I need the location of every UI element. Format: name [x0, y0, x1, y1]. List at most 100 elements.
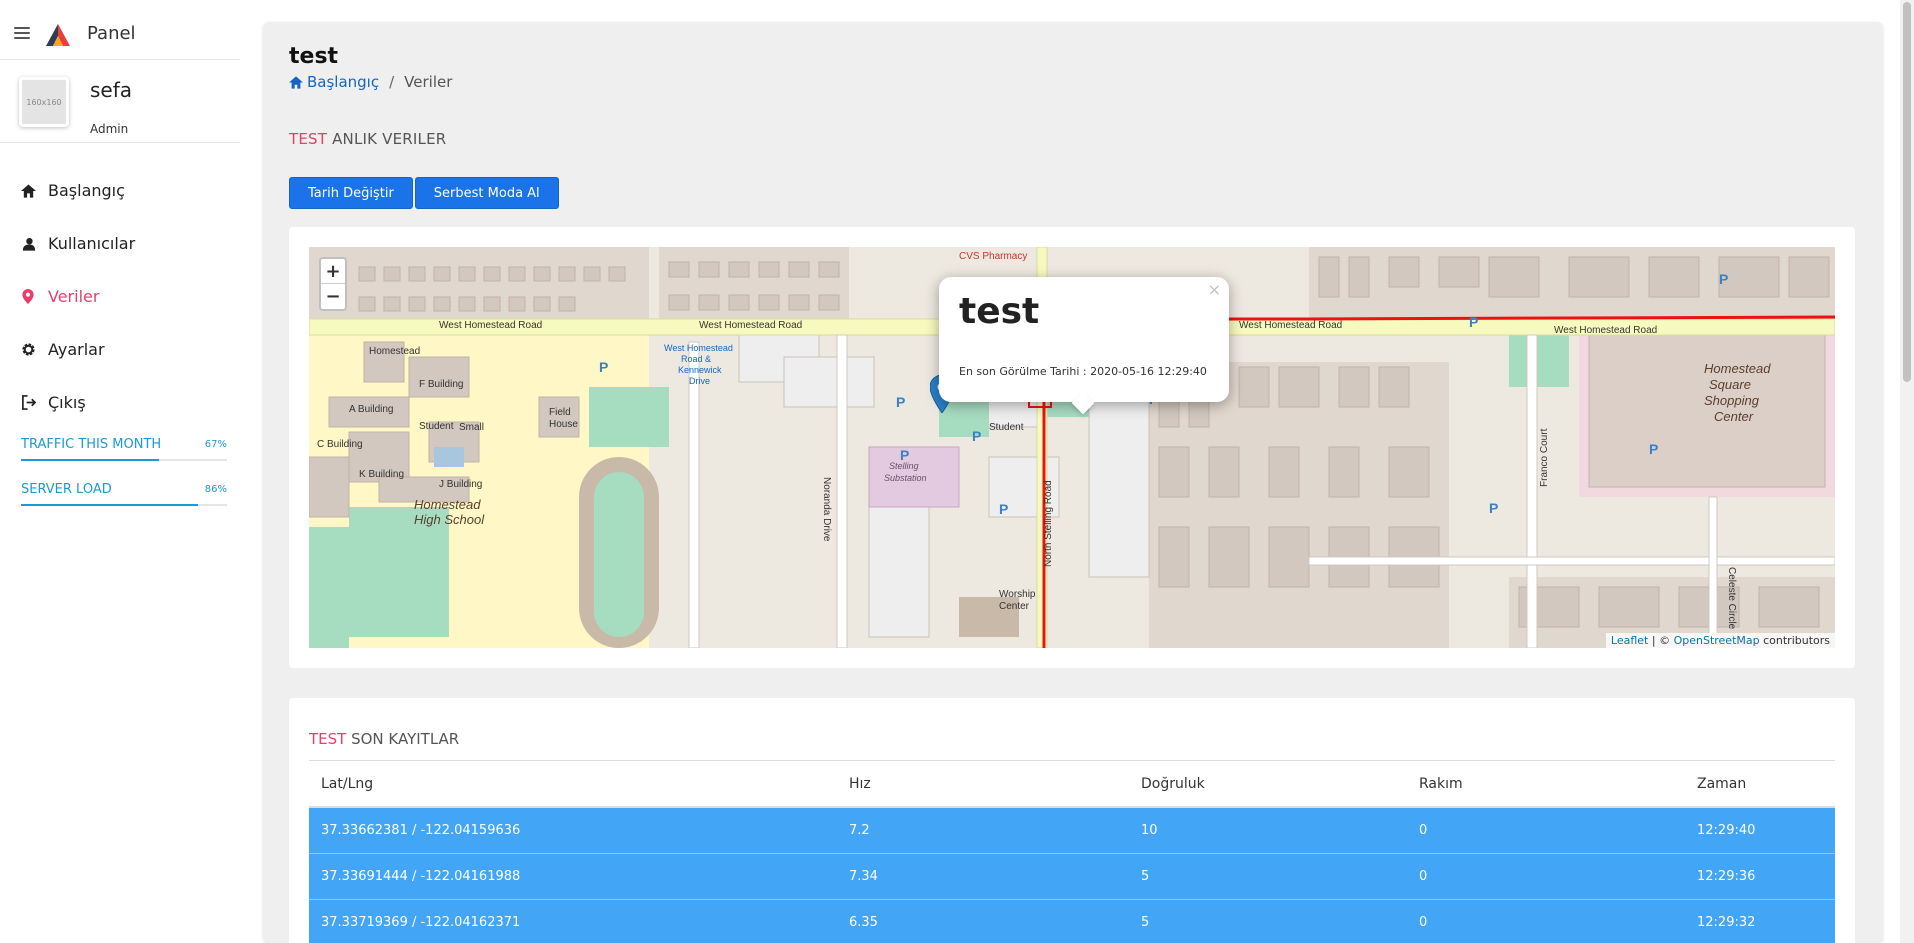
traffic-stat: TRAFFIC THIS MONTH 67%	[21, 437, 227, 461]
svg-text:P: P	[972, 428, 981, 444]
svg-text:P: P	[1649, 441, 1658, 457]
svg-text:C Building: C Building	[317, 439, 363, 450]
svg-text:West Homestead: West Homestead	[664, 343, 733, 353]
svg-text:West Homestead Road: West Homestead Road	[1239, 320, 1342, 331]
live-data-title-highlight: TEST	[289, 130, 328, 148]
table-row[interactable]: 37.33691444 / -122.04161988 7.34 5 0 12:…	[309, 854, 1835, 900]
cell-accuracy: 5	[1141, 915, 1150, 930]
breadcrumb-home-label: Başlangıç	[307, 73, 380, 91]
svg-text:Student: Student	[989, 422, 1024, 433]
zoom-out-button[interactable]: −	[321, 284, 345, 309]
svg-text:Center: Center	[999, 601, 1030, 612]
svg-text:Shopping: Shopping	[1704, 393, 1760, 408]
sidebar-item-label: Başlangıç	[48, 181, 125, 200]
traffic-stat-label: TRAFFIC THIS MONTH	[21, 437, 162, 452]
traffic-progress-bar	[21, 459, 227, 461]
svg-text:Small: Small	[459, 422, 484, 433]
sidebar-item-label: Veriler	[48, 287, 100, 306]
popup-close-button[interactable]: ×	[1208, 280, 1221, 299]
logout-icon	[20, 395, 36, 411]
svg-text:West Homestead Road: West Homestead Road	[1554, 325, 1657, 336]
brand-name[interactable]: Panel	[87, 23, 136, 44]
svg-text:P: P	[896, 394, 905, 410]
user-panel: 160x160 sefa Admin	[0, 60, 240, 143]
cell-time: 12:29:36	[1697, 869, 1756, 884]
column-header-latlng[interactable]: Lat/Lng	[309, 776, 849, 792]
hamburger-menu-icon[interactable]	[14, 27, 30, 39]
server-load-percent: 86%	[204, 484, 227, 495]
svg-text:Square: Square	[1709, 377, 1751, 392]
scrollbar-thumb[interactable]	[1903, 2, 1911, 382]
sidebar-item-label: Ayarlar	[48, 340, 105, 359]
sidebar: Panel 160x160 sefa Admin Başlangıç Kulla…	[0, 0, 258, 943]
svg-text:Substation: Substation	[884, 473, 927, 483]
table-row[interactable]: 37.33719369 / -122.04162371 6.35 5 0 12:…	[309, 900, 1835, 943]
cell-latlng: 37.33691444 / -122.04161988	[321, 869, 521, 884]
attribution-suffix: contributors	[1759, 634, 1830, 647]
svg-text:Celeste Circle: Celeste Circle	[1726, 567, 1737, 630]
home-icon	[289, 75, 303, 89]
svg-text:P: P	[1719, 271, 1728, 287]
svg-text:A Building: A Building	[349, 404, 393, 415]
svg-text:CVS Pharmacy: CVS Pharmacy	[959, 251, 1027, 262]
svg-text:Student: Student	[419, 421, 454, 432]
breadcrumb-home-link[interactable]: Başlangıç	[289, 73, 379, 91]
records-title: TEST SON KAYITLAR	[309, 730, 459, 748]
sidebar-item-kullanicilar[interactable]: Kullanıcılar	[0, 217, 240, 270]
cell-altitude: 0	[1419, 869, 1428, 884]
traffic-progress-fill	[21, 459, 160, 461]
svg-text:P: P	[1489, 500, 1498, 516]
svg-text:Franco Court: Franco Court	[1539, 428, 1550, 487]
gear-icon	[20, 342, 36, 358]
osm-link[interactable]: OpenStreetMap	[1674, 634, 1760, 647]
zoom-in-button[interactable]: +	[321, 259, 345, 284]
breadcrumb: Başlangıç / Veriler	[289, 73, 452, 91]
page-scrollbar[interactable]	[1900, 0, 1914, 943]
svg-text:Center: Center	[1714, 409, 1754, 424]
svg-text:Road &: Road &	[681, 354, 711, 364]
sidebar-item-cikis[interactable]: Çıkış	[0, 376, 240, 429]
cell-altitude: 0	[1419, 823, 1428, 838]
svg-text:West Homestead Road: West Homestead Road	[699, 320, 802, 331]
page-title: test	[289, 44, 339, 69]
svg-text:High School: High School	[414, 512, 485, 527]
user-role: Admin	[90, 122, 129, 136]
sidebar-item-veriler[interactable]: Veriler	[0, 270, 240, 323]
brand-bar: Panel	[0, 0, 240, 60]
svg-text:Homestead: Homestead	[1704, 361, 1771, 376]
column-header-altitude[interactable]: Rakım	[1419, 776, 1697, 792]
attribution-separator: | ©	[1648, 634, 1674, 647]
live-data-title-rest: ANLIK VERILER	[327, 130, 447, 148]
sidebar-nav: Başlangıç Kullanıcılar Veriler Ayarlar Ç…	[0, 164, 240, 429]
column-header-accuracy[interactable]: Doğruluk	[1141, 776, 1419, 792]
svg-text:Kennewick: Kennewick	[678, 365, 722, 375]
cell-time: 12:29:40	[1697, 823, 1756, 838]
cell-accuracy: 5	[1141, 869, 1150, 884]
svg-text:Homestead: Homestead	[369, 346, 420, 357]
sidebar-item-label: Kullanıcılar	[48, 234, 136, 253]
svg-text:P: P	[1469, 314, 1478, 330]
leaflet-link[interactable]: Leaflet	[1611, 634, 1648, 647]
table-row[interactable]: 37.33662381 / -122.04159636 7.2 10 0 12:…	[309, 808, 1835, 854]
zoom-control: + −	[319, 257, 347, 311]
sidebar-item-baslangic[interactable]: Başlangıç	[0, 164, 240, 217]
svg-text:P: P	[900, 447, 909, 463]
sidebar-item-ayarlar[interactable]: Ayarlar	[0, 323, 240, 376]
map-attribution: Leaflet | © OpenStreetMap contributors	[1605, 633, 1835, 648]
live-data-title: TEST ANLIK VERILER	[289, 130, 446, 148]
column-header-speed[interactable]: Hız	[849, 776, 1141, 792]
svg-text:K Building: K Building	[359, 469, 404, 480]
svg-text:P: P	[599, 359, 608, 375]
change-date-button[interactable]: Tarih Değiştir	[289, 177, 413, 209]
records-title-rest: SON KAYITLAR	[346, 730, 460, 748]
column-header-time[interactable]: Zaman	[1697, 776, 1835, 792]
free-mode-button[interactable]: Serbest Moda Al	[414, 177, 559, 209]
cell-speed: 7.2	[849, 823, 870, 838]
map[interactable]: West Homestead Road West Homestead Road …	[309, 247, 1835, 648]
records-card: TEST SON KAYITLAR Lat/Lng Hız Doğruluk R…	[289, 698, 1855, 943]
svg-text:House: House	[549, 419, 578, 430]
avatar[interactable]: 160x160	[19, 77, 69, 127]
records-title-highlight: TEST	[309, 730, 347, 748]
svg-text:J Building: J Building	[439, 479, 482, 490]
breadcrumb-separator: /	[389, 73, 395, 91]
